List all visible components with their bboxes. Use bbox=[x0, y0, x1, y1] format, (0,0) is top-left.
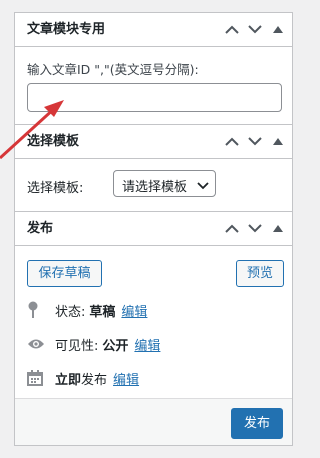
publish-date-edit-link[interactable]: 编辑 bbox=[113, 369, 139, 388]
publish-panel: 发布 保存草稿 预览 状态: 草稿 编辑 可见性: 公开 编辑 立即 发布 编辑… bbox=[14, 211, 293, 446]
article-module-panel: 文章模块专用 输入文章ID ","(英文逗号分隔): bbox=[14, 12, 293, 125]
status-row: 状态: 草稿 编辑 bbox=[27, 300, 147, 320]
article-id-label: 输入文章ID ","(英文逗号分隔): bbox=[27, 62, 199, 77]
template-panel: 选择模板 选择模板: 请选择模板 bbox=[14, 124, 293, 213]
toggle-panel-icon[interactable] bbox=[269, 13, 287, 46]
publish-title: 发布 bbox=[27, 221, 54, 236]
toggle-panel-icon[interactable] bbox=[269, 212, 287, 245]
visibility-row: 可见性: 公开 编辑 bbox=[27, 334, 160, 354]
select-arrow-icon bbox=[197, 179, 209, 194]
template-header: 选择模板 bbox=[15, 125, 292, 159]
visibility-value: 公开 bbox=[102, 338, 129, 354]
move-up-icon[interactable] bbox=[222, 13, 242, 46]
visibility-label: 可见性: bbox=[55, 338, 99, 354]
status-label: 状态: bbox=[55, 304, 86, 320]
preview-button[interactable]: 预览 bbox=[236, 260, 284, 287]
toggle-panel-icon[interactable] bbox=[269, 125, 287, 158]
publish-button[interactable]: 发布 bbox=[231, 408, 283, 439]
template-title: 选择模板 bbox=[27, 134, 80, 149]
calendar-icon bbox=[27, 370, 47, 386]
move-down-icon[interactable] bbox=[245, 125, 265, 158]
publish-footer: 发布 bbox=[15, 398, 292, 445]
article-module-header: 文章模块专用 bbox=[15, 13, 292, 47]
save-draft-button[interactable]: 保存草稿 bbox=[27, 260, 102, 287]
template-select[interactable]: 请选择模板 bbox=[113, 170, 216, 197]
move-down-icon[interactable] bbox=[245, 13, 265, 46]
visibility-edit-link[interactable]: 编辑 bbox=[134, 335, 160, 354]
publish-date-bold: 立即 bbox=[55, 372, 82, 388]
move-up-icon[interactable] bbox=[222, 125, 242, 158]
template-selected-value: 请选择模板 bbox=[122, 180, 188, 195]
eye-icon bbox=[27, 338, 47, 350]
publish-date-label: 发布 bbox=[81, 372, 108, 388]
publish-header: 发布 bbox=[15, 212, 292, 246]
status-edit-link[interactable]: 编辑 bbox=[121, 301, 147, 320]
publish-date-row: 立即 发布 编辑 bbox=[27, 368, 139, 388]
pin-icon bbox=[27, 301, 47, 319]
article-module-title: 文章模块专用 bbox=[27, 22, 106, 37]
status-value: 草稿 bbox=[89, 304, 116, 320]
template-label: 选择模板: bbox=[27, 181, 84, 196]
move-down-icon[interactable] bbox=[245, 212, 265, 245]
article-id-input[interactable] bbox=[27, 83, 282, 112]
move-up-icon[interactable] bbox=[222, 212, 242, 245]
